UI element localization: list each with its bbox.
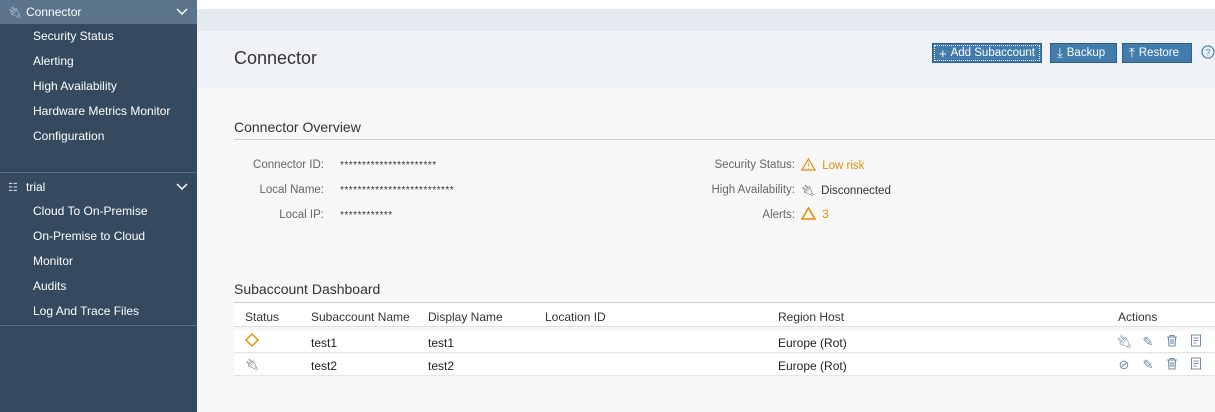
column-header-region-host[interactable]: Region Host (778, 310, 844, 324)
section-divider (234, 139, 1215, 140)
column-header-display-name[interactable]: Display Name (428, 310, 503, 324)
subaccount-name-cell: test2 (311, 359, 338, 373)
main-content: Connector + Add Subaccount ⤓ Backup ⤒ Re… (197, 0, 1215, 412)
plus-icon: + (939, 45, 947, 61)
sidebar-group-label: Connector (26, 5, 82, 19)
sidebar-item-onpremise-to-cloud[interactable]: On-Premise to Cloud (0, 224, 197, 249)
svg-text:!: ! (807, 162, 809, 171)
edit-icon[interactable]: ✎ (1140, 334, 1156, 350)
sidebar-item-hardware-metrics[interactable]: Hardware Metrics Monitor (0, 99, 197, 124)
connect-icon[interactable]: 🔌︎ (1116, 334, 1133, 350)
display-name-cell: test1 (428, 336, 455, 350)
details-icon[interactable] (1188, 334, 1204, 350)
security-status-label: Security Status: (714, 159, 795, 171)
sidebar-divider (0, 325, 197, 326)
sidebar: 🔌︎ Connector Security Status Alerting Hi… (0, 0, 197, 412)
alerts-label: Alerts: (762, 209, 795, 221)
subaccount-name-cell: test1 (311, 336, 338, 350)
connector-id-label: Connector ID: (253, 159, 324, 171)
restore-button[interactable]: ⤒ Restore (1122, 43, 1192, 63)
chevron-down-icon[interactable] (175, 5, 189, 19)
disconnected-icon: 🔌︎ (245, 359, 259, 371)
sidebar-item-configuration[interactable]: Configuration (0, 124, 197, 149)
sidebar-divider (0, 172, 197, 173)
upload-icon: ⤒ (1129, 45, 1135, 60)
high-availability-label: High Availability: (711, 184, 795, 196)
table-header: Status Subaccount Name Display Name Loca… (234, 302, 1215, 327)
high-availability-value: 🔌︎ Disconnected (801, 185, 891, 197)
connector-icon: 🔌︎ (8, 6, 22, 19)
edit-icon[interactable]: ✎ (1140, 357, 1156, 373)
disconnected-icon: 🔌︎ (801, 185, 815, 197)
sidebar-item-audits[interactable]: Audits (0, 274, 197, 299)
column-header-subaccount-name[interactable]: Subaccount Name (311, 310, 410, 324)
table-row[interactable]: 🔌︎ test2 test2 Europe (Rot) ⊘ ✎ (234, 354, 1215, 376)
sidebar-item-security-status[interactable]: Security Status (0, 24, 197, 49)
local-ip-value: ************ (340, 210, 393, 221)
table-row[interactable]: test1 test1 Europe (Rot) 🔌︎ ✎ (234, 331, 1215, 353)
svg-text:?: ? (1205, 48, 1210, 58)
sidebar-item-monitor[interactable]: Monitor (0, 249, 197, 274)
subaccount-icon: ☷ (8, 181, 18, 194)
column-header-location-id[interactable]: Location ID (545, 310, 606, 324)
warning-icon: ! (800, 157, 817, 171)
sidebar-group-trial[interactable]: ☷ trial (0, 175, 197, 199)
region-host-cell: Europe (Rot) (778, 359, 847, 373)
sidebar-item-cloud-to-onpremise[interactable]: Cloud To On-Premise (0, 199, 197, 224)
security-status-value[interactable]: ! Low risk (800, 157, 864, 172)
local-ip-label: Local IP: (279, 209, 324, 221)
connector-overview-title: Connector Overview (234, 119, 361, 135)
sidebar-group-label: trial (26, 180, 46, 194)
page-title: Connector (234, 48, 318, 68)
page-header: Connector + Add Subaccount ⤓ Backup ⤒ Re… (197, 31, 1215, 88)
sidebar-group-connector[interactable]: 🔌︎ Connector (0, 0, 197, 24)
delete-icon[interactable] (1164, 357, 1180, 373)
column-header-status[interactable]: Status (245, 310, 279, 324)
connector-id-value: ********************** (340, 160, 437, 171)
region-host-cell: Europe (Rot) (778, 336, 847, 350)
diamond-warning-icon (245, 333, 259, 350)
sidebar-item-log-trace[interactable]: Log And Trace Files (0, 299, 197, 324)
alert-triangle-icon (800, 206, 817, 220)
delete-icon[interactable] (1164, 334, 1180, 350)
display-name-cell: test2 (428, 359, 455, 373)
local-name-value: ************************** (340, 185, 455, 196)
local-name-label: Local Name: (259, 184, 324, 196)
add-subaccount-button[interactable]: + Add Subaccount (932, 43, 1042, 63)
subaccount-dashboard-title: Subaccount Dashboard (234, 281, 381, 297)
sidebar-item-alerting[interactable]: Alerting (0, 49, 197, 74)
download-icon: ⤓ (1057, 45, 1063, 60)
disconnect-icon[interactable]: ⊘ (1116, 357, 1132, 373)
help-icon[interactable]: ? (1201, 45, 1215, 59)
backup-button[interactable]: ⤓ Backup (1050, 43, 1117, 63)
chevron-down-icon[interactable] (175, 180, 189, 194)
alerts-value[interactable]: 3 (800, 206, 829, 221)
column-header-actions: Actions (1118, 310, 1158, 324)
details-icon[interactable] (1188, 357, 1204, 373)
sidebar-item-high-availability[interactable]: High Availability (0, 74, 197, 99)
